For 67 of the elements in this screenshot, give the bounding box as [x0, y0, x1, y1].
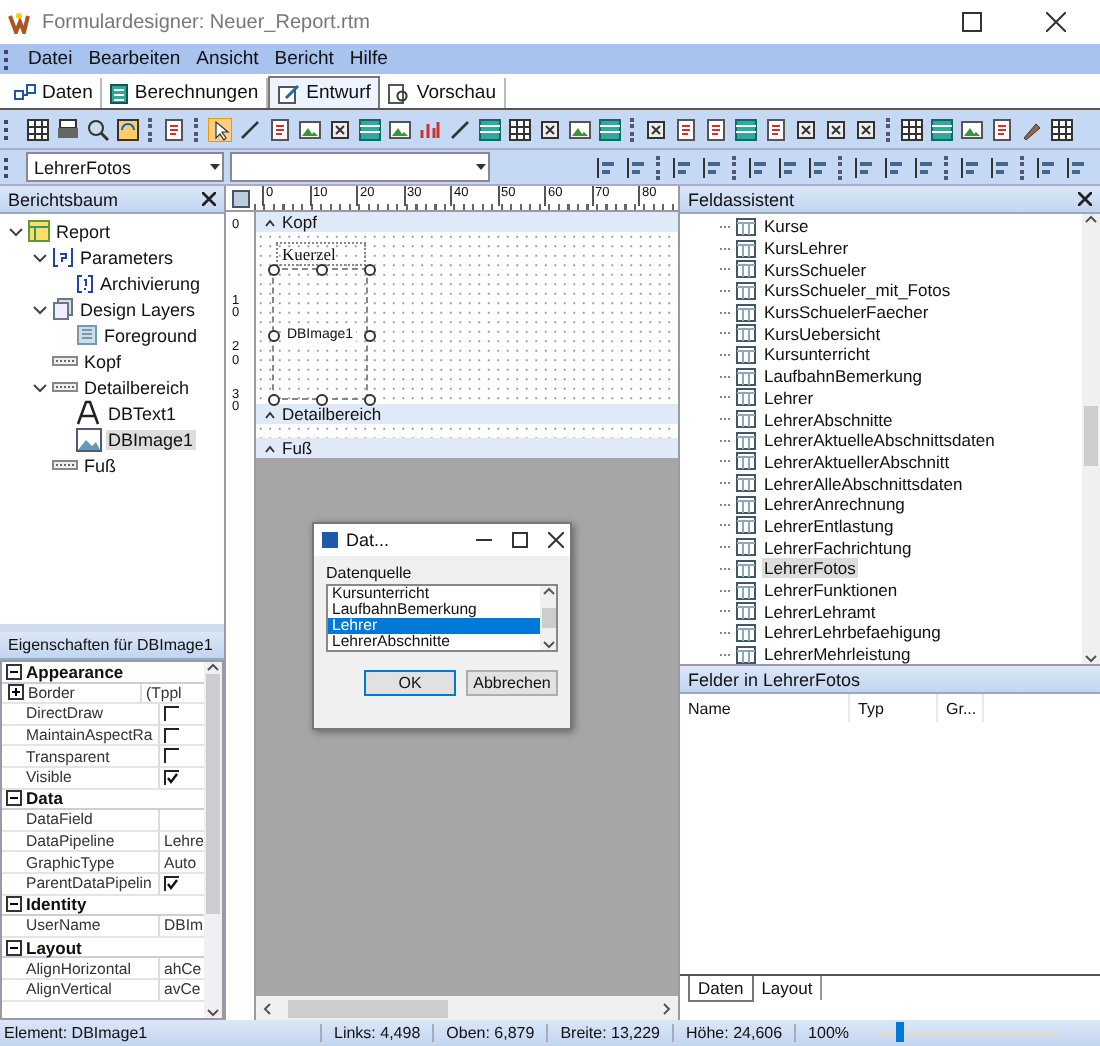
tree-item[interactable]: LehrerAlleAbschnittsdaten [762, 473, 965, 494]
tree-item[interactable]: LehrerAnrechnung [762, 494, 907, 515]
column-header[interactable]: Name [680, 694, 850, 722]
tree-item[interactable]: LehrerFotos [762, 558, 858, 579]
tree-item[interactable]: KursUebersicht [762, 323, 883, 344]
tree-item[interactable]: KursLehrer [762, 238, 851, 259]
band-label: Detailbereich [282, 404, 382, 424]
field-label: Datenquelle [326, 564, 414, 582]
tree-item[interactable]: LehrerAktuellerAbschnitt [762, 451, 952, 472]
band-label: Fuß [282, 438, 313, 458]
menu-item[interactable]: Bearbeiten [80, 48, 189, 70]
panel-title: Berichtsbaum [8, 189, 119, 209]
window-title: Formulardesigner: Neuer_Report.rtm [42, 11, 372, 33]
tree-item[interactable]: Report [54, 221, 113, 241]
tab[interactable]: Entwurf [268, 76, 381, 108]
status-text: 100% [794, 1024, 862, 1042]
tree-item[interactable]: LehrerAbschnitte [762, 409, 895, 430]
status-text: Element: DBImage1 [2, 1024, 150, 1042]
column-header[interactable]: Gr... [938, 694, 984, 722]
panel-title: Eigenschaften für DBImage1 [8, 636, 213, 654]
tree-item[interactable]: Parameters [78, 247, 176, 267]
panel-title: Felder in LehrerFotos [688, 669, 861, 689]
pipeline-dropdown[interactable]: LehrerFotos [26, 152, 224, 182]
tree-item[interactable]: Kurse [762, 216, 811, 237]
menu-item[interactable]: Hilfe [341, 48, 396, 70]
tree-item[interactable]: LehrerAktuelleAbschnittsdaten [762, 430, 997, 451]
status-text: Breite: 13,229 [546, 1024, 672, 1042]
column-header[interactable]: Typ [850, 694, 938, 722]
tree-item[interactable]: KursSchueler [762, 259, 869, 280]
tab[interactable]: Daten [688, 976, 754, 1002]
tree-item[interactable]: LehrerFunktionen [762, 580, 900, 601]
tree-item[interactable]: DBImage1 [106, 429, 196, 449]
category-label: Appearance [26, 661, 124, 682]
tree-item[interactable]: Foreground [102, 325, 200, 345]
tree-item[interactable]: DBText1 [106, 403, 179, 423]
category-label: Layout [26, 937, 82, 958]
tree-item[interactable]: Fuß [82, 455, 119, 475]
category-label: Data [26, 788, 63, 809]
tree-item[interactable]: Kopf [82, 351, 124, 371]
tree-item[interactable]: Detailbereich [82, 377, 192, 397]
tree-item[interactable]: LehrerEntlastung [762, 515, 896, 536]
tree-item[interactable]: Design Layers [78, 299, 198, 319]
tree-item[interactable]: Kursunterricht [762, 344, 872, 365]
menu-item[interactable]: Datei [20, 48, 81, 70]
status-text: Oben: 6,879 [432, 1024, 547, 1042]
tree-item[interactable]: LehrerFachrichtung [762, 537, 914, 558]
tab[interactable]: Vorschau [380, 78, 507, 108]
menu-item[interactable]: Bericht [266, 48, 342, 70]
tree-item[interactable]: LehrerLehramt [762, 601, 878, 622]
tree-item[interactable]: KursSchueler_mit_Fotos [762, 280, 953, 301]
tree-item[interactable]: LaufbahnBemerkung [762, 366, 924, 387]
tree-item[interactable]: LehrerLehrbefaehigung [762, 622, 943, 643]
status-text: Höhe: 24,606 [672, 1024, 795, 1042]
band-label: Kopf [282, 212, 317, 232]
menu-item[interactable]: Ansicht [188, 48, 267, 70]
tab[interactable]: Layout [753, 976, 823, 1000]
tab[interactable]: Daten [6, 78, 103, 108]
tree-item[interactable]: KursSchuelerFaecher [762, 302, 931, 323]
tree-item[interactable]: Lehrer [762, 387, 816, 408]
status-text: Links: 4,498 [320, 1024, 433, 1042]
dialog-title: Dat... [346, 530, 392, 550]
dialog-button[interactable]: Abbrechen [466, 670, 558, 696]
tree-item[interactable]: LehrerMehrleistung [762, 644, 913, 664]
panel-title: Feldassistent [688, 189, 795, 209]
dialog-button[interactable]: OK [364, 670, 456, 696]
category-label: Identity [26, 894, 87, 915]
tree-item[interactable]: Archivierung [98, 273, 203, 293]
